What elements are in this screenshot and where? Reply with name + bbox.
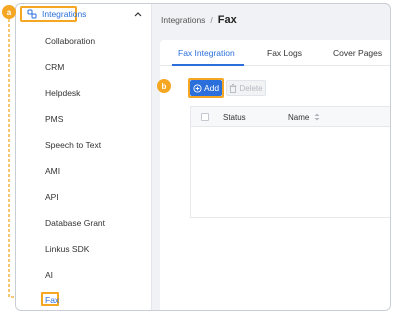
trash-icon [229, 83, 237, 93]
sidebar-item-pms[interactable]: PMS [45, 114, 63, 124]
fax-table: Status Name [190, 106, 390, 218]
sidebar-item-database-grant[interactable]: Database Grant [45, 218, 105, 228]
tab-cover-pages[interactable]: Cover Pages [333, 48, 382, 58]
sidebar-group-integrations[interactable]: Integrations [16, 4, 152, 26]
sidebar-item-ai[interactable]: AI [45, 270, 53, 280]
tab-fax-integration[interactable]: Fax Integration [178, 48, 235, 58]
add-button-label: Add [203, 83, 220, 93]
page-title: Fax [217, 14, 237, 26]
content-card: Fax Integration Fax Logs Cover Pages Add… [160, 40, 390, 310]
select-all-checkbox[interactable] [201, 113, 209, 121]
sidebar-item-linkus-sdk[interactable]: Linkus SDK [45, 244, 89, 254]
breadcrumb-parent[interactable]: Integrations [161, 15, 205, 25]
tab-bar: Fax Integration Fax Logs Cover Pages [160, 40, 390, 66]
app-window: Integrations Collaboration CRM Helpdesk … [15, 3, 391, 311]
sort-icon[interactable] [314, 113, 320, 121]
column-header-status: Status [223, 113, 246, 122]
sidebar-item-speech-to-text[interactable]: Speech to Text [45, 140, 101, 150]
sidebar-item-helpdesk[interactable]: Helpdesk [45, 88, 80, 98]
table-header: Status Name [191, 107, 390, 127]
column-header-name[interactable]: Name [288, 113, 309, 122]
tab-fax-logs[interactable]: Fax Logs [267, 48, 302, 58]
puzzle-icon [27, 9, 37, 19]
sidebar-item-crm[interactable]: CRM [45, 62, 64, 72]
annotation-badge-b: b [157, 79, 171, 93]
active-tab-indicator [172, 64, 244, 66]
delete-button-label: Delete [239, 83, 263, 93]
sidebar-item-ami[interactable]: AMI [45, 166, 60, 176]
annotation-badge-a: a [2, 5, 16, 19]
add-button[interactable]: Add [190, 80, 222, 96]
sidebar-item-fax[interactable]: Fax [45, 295, 59, 305]
delete-button[interactable]: Delete [226, 80, 266, 96]
sidebar-item-api[interactable]: API [45, 192, 59, 202]
sidebar: Integrations Collaboration CRM Helpdesk … [16, 4, 152, 310]
plus-circle-icon [193, 83, 202, 93]
sidebar-group-label: Integrations [42, 9, 87, 19]
chevron-up-icon[interactable] [134, 10, 142, 18]
breadcrumb: Integrations / Fax [161, 14, 237, 26]
breadcrumb-separator: / [210, 15, 213, 25]
sidebar-item-collaboration[interactable]: Collaboration [45, 36, 95, 46]
